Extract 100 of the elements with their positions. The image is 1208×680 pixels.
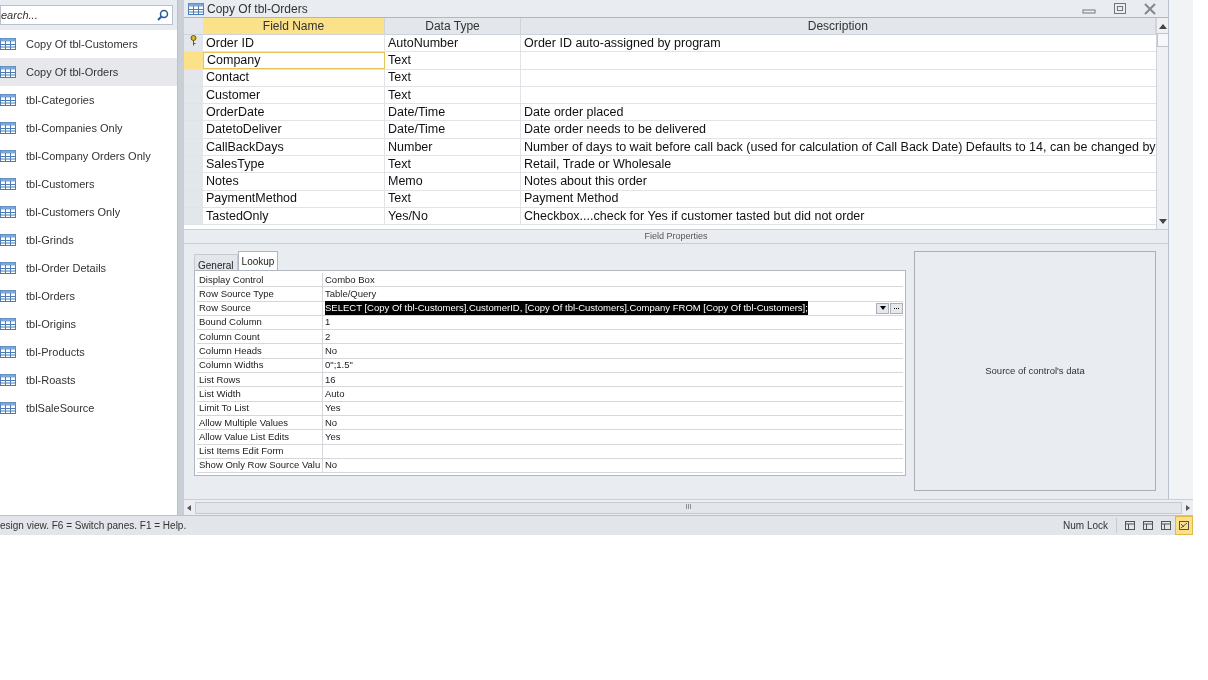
property-value[interactable]: Yes xyxy=(325,429,341,445)
table-cell[interactable]: Notes about this order xyxy=(524,173,647,190)
nav-item[interactable]: tbl-Grinds xyxy=(0,226,177,254)
property-row[interactable]: Display Control Combo Box xyxy=(197,273,903,288)
property-value[interactable]: Combo Box xyxy=(325,272,375,287)
table-cell[interactable]: Yes/No xyxy=(385,207,521,225)
table-cell[interactable]: Number of days to wait before call back (used for calculation of Call Back Date) Defaults to 14, can be changed by xyxy=(524,138,1156,156)
table-cell[interactable]: Company xyxy=(203,52,385,69)
property-value[interactable]: 0";1.5" xyxy=(325,358,353,373)
property-tab[interactable]: General xyxy=(194,254,238,270)
table-cell[interactable]: Retail, Trade or Wholesale xyxy=(524,156,672,173)
restore-icon[interactable] xyxy=(1114,3,1126,14)
table-cell[interactable]: Notes xyxy=(203,173,385,190)
property-label: List Items Edit Form xyxy=(197,444,323,458)
table-cell[interactable]: Number xyxy=(385,138,521,156)
nav-item[interactable]: Copy Of tbl-Orders xyxy=(0,58,177,86)
table-cell[interactable]: TastedOnly xyxy=(203,207,385,225)
view-button[interactable] xyxy=(1175,516,1193,535)
nav-item[interactable]: tblSaleSource xyxy=(0,394,177,422)
nav-item[interactable]: tbl-Roasts xyxy=(0,366,177,394)
property-tab[interactable]: Lookup xyxy=(237,251,279,270)
property-row[interactable]: Column Heads No xyxy=(197,344,903,359)
property-row[interactable]: List Rows 16 xyxy=(197,373,903,388)
table-cell[interactable]: Date/Time xyxy=(385,104,521,121)
table-cell[interactable]: Memo xyxy=(385,173,521,190)
property-row[interactable]: Column Widths 0";1.5" xyxy=(197,358,903,374)
property-value[interactable]: Auto xyxy=(325,386,345,402)
property-row[interactable]: Allow Value List Edits Yes xyxy=(197,430,903,445)
view-icon xyxy=(1125,521,1135,530)
status-message: esign view. F6 = Switch panes. F1 = Help. xyxy=(0,519,187,533)
property-row[interactable]: List Items Edit Form xyxy=(197,444,903,459)
property-value[interactable]: 16 xyxy=(325,372,336,387)
nav-item[interactable]: tbl-Products xyxy=(0,338,177,366)
table-cell[interactable]: Text xyxy=(385,86,521,104)
table-cell[interactable]: Text xyxy=(385,69,521,86)
nav-item[interactable]: tbl-Categories xyxy=(0,86,177,114)
nav-item[interactable]: tbl-Order Details xyxy=(0,254,177,282)
view-icon xyxy=(1161,521,1171,530)
property-value[interactable]: 2 xyxy=(325,329,331,344)
nav-item[interactable]: tbl-Customers Only xyxy=(0,198,177,226)
table-cell[interactable]: Date order placed xyxy=(524,104,624,121)
table-cell[interactable]: Contact xyxy=(203,69,385,86)
table-icon xyxy=(188,2,204,15)
table-cell[interactable]: Customer xyxy=(203,86,385,104)
property-value[interactable]: No xyxy=(325,458,338,473)
num-lock-indicator: Num Lock xyxy=(1063,518,1117,533)
table-cell[interactable]: SalesType xyxy=(203,156,385,173)
table-cell[interactable]: CallBackDays xyxy=(203,138,385,156)
property-value[interactable]: SELECT [Copy Of tbl-Customers].CustomerID, [Copy Of tbl-Customers].Company FROM [Copy Of tbl-Customers]; xyxy=(325,301,808,316)
table-cell[interactable]: Order ID auto-assigned by program xyxy=(524,35,721,52)
dropdown-button[interactable] xyxy=(876,302,889,314)
nav-item[interactable]: tbl-Origins xyxy=(0,310,177,338)
property-label: Allow Multiple Values xyxy=(197,415,323,430)
column-header: Field Name xyxy=(203,18,385,34)
property-label: Display Control xyxy=(197,273,323,287)
column-header: Description xyxy=(521,18,1156,34)
close-icon[interactable] xyxy=(1144,2,1156,15)
property-row[interactable]: Row Source SELECT [Copy Of tbl-Customers].CustomerID, [Copy Of tbl-Customers].Company FROM [Copy Of tbl-Customers]; xyxy=(197,301,903,316)
property-row[interactable]: Allow Multiple Values No xyxy=(197,415,903,431)
nav-item[interactable]: tbl-Orders xyxy=(0,282,177,310)
property-value[interactable]: 1 xyxy=(325,315,331,330)
column-header: Data Type xyxy=(385,18,521,34)
table-cell[interactable]: Text xyxy=(385,52,521,69)
property-label: Column Count xyxy=(197,330,323,344)
search-icon[interactable] xyxy=(157,9,169,21)
nav-item[interactable]: tbl-Company Orders Only xyxy=(0,142,177,170)
property-label: Bound Column xyxy=(197,315,323,330)
nav-item[interactable]: Copy Of tbl-Customers xyxy=(0,30,177,58)
table-cell[interactable]: PaymentMethod xyxy=(203,190,385,207)
table-cell[interactable]: Payment Method xyxy=(524,190,619,207)
table-cell[interactable]: Date/Time xyxy=(385,121,521,138)
scroll-right-icon[interactable] xyxy=(1186,504,1190,511)
property-row[interactable]: Show Only Row Source Valu No xyxy=(197,458,903,474)
table-cell[interactable]: DatetoDeliver xyxy=(203,121,385,138)
property-row[interactable]: List Width Auto xyxy=(197,387,903,402)
table-cell[interactable]: Checkbox....check for Yes if customer tasted but did not order xyxy=(524,207,865,225)
property-row[interactable]: Column Count 2 xyxy=(197,330,903,345)
view-icon xyxy=(1143,521,1153,530)
property-value[interactable]: Yes xyxy=(325,401,341,416)
property-row[interactable]: Bound Column 1 xyxy=(197,315,903,331)
property-row[interactable]: Limit To List Yes xyxy=(197,401,903,416)
scroll-left-icon[interactable] xyxy=(187,504,191,511)
scroll-thumb[interactable] xyxy=(1156,33,1169,47)
property-value[interactable]: No xyxy=(325,415,338,430)
property-label: Allow Value List Edits xyxy=(197,430,323,444)
table-cell[interactable]: AutoNumber xyxy=(385,35,521,52)
table-cell[interactable]: OrderDate xyxy=(203,104,385,121)
property-value[interactable]: Table/Query xyxy=(325,286,377,302)
nav-item[interactable]: tbl-Companies Only xyxy=(0,114,177,142)
property-label: Column Heads xyxy=(197,344,323,358)
search-box[interactable]: earch... xyxy=(0,5,173,25)
window-title: Copy Of tbl-Orders xyxy=(207,0,308,18)
property-value[interactable]: No xyxy=(325,344,338,359)
table-cell[interactable]: Order ID xyxy=(203,35,385,52)
key-icon xyxy=(190,35,197,46)
nav-item[interactable]: tbl-Customers xyxy=(0,170,177,198)
table-cell[interactable]: Text xyxy=(385,156,521,173)
row-selector[interactable] xyxy=(184,35,203,52)
table-cell[interactable]: Date order needs to be delivered xyxy=(524,121,707,138)
table-cell[interactable]: Text xyxy=(385,190,521,207)
